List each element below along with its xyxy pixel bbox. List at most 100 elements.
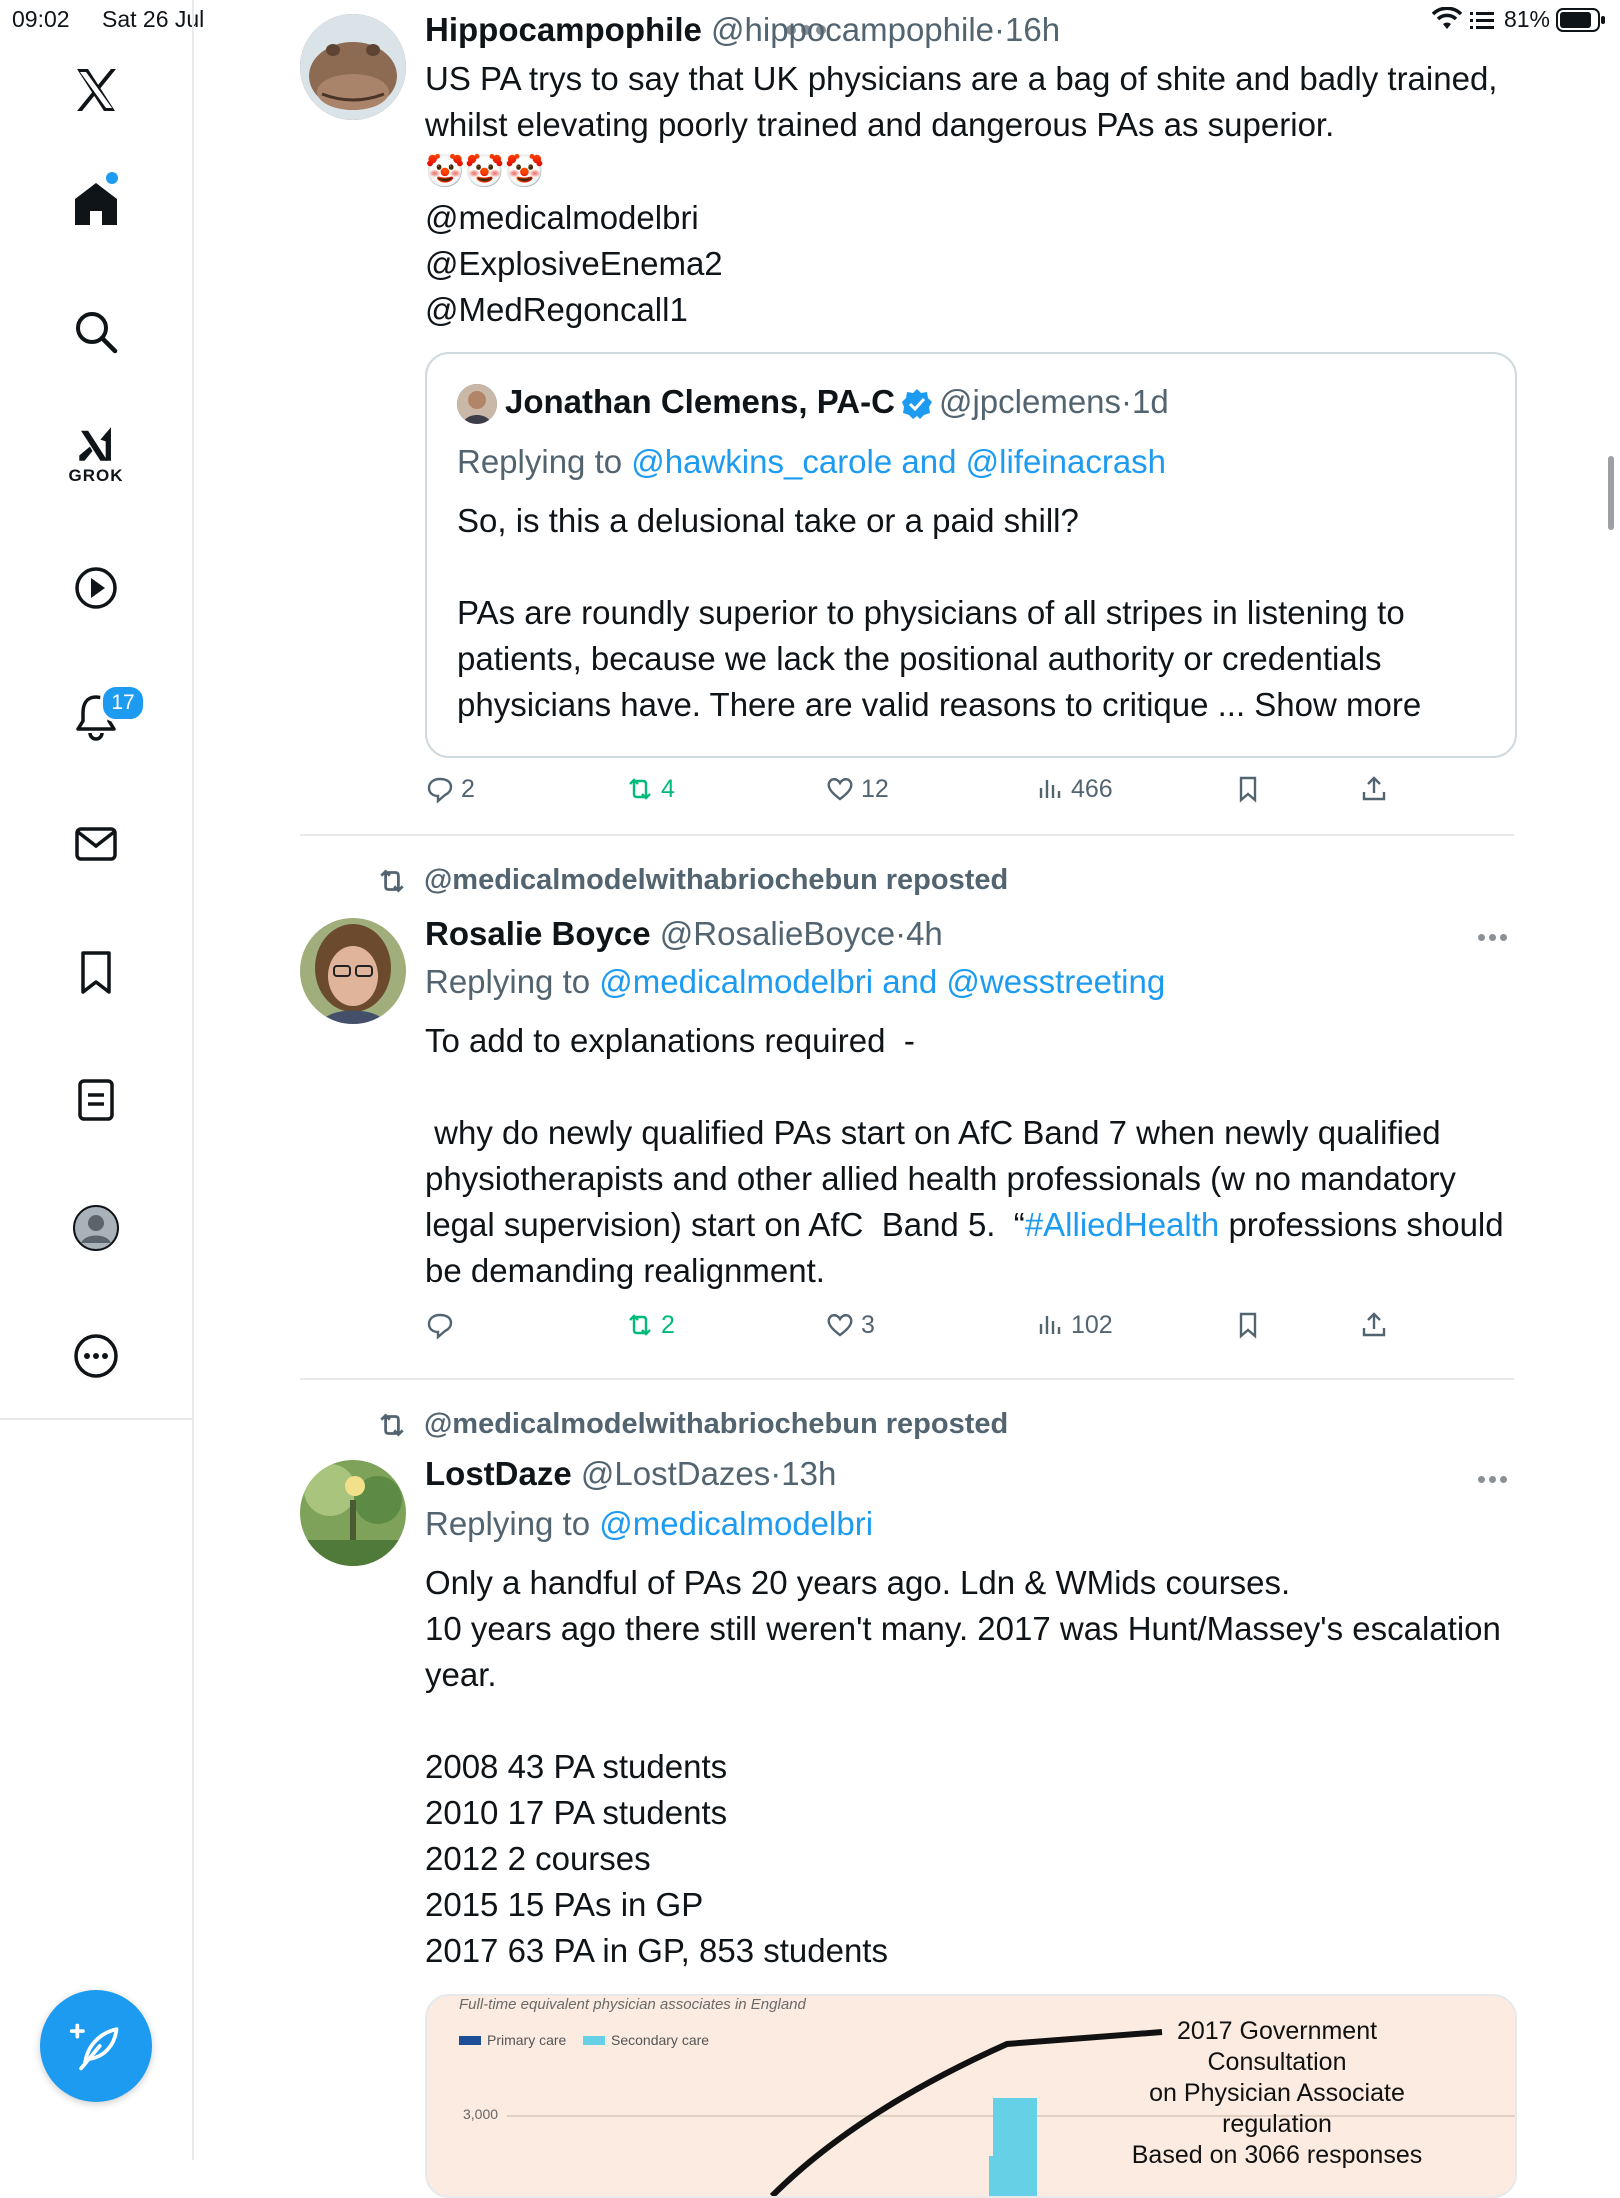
mention-link[interactable]: @MedRegoncall1: [425, 287, 688, 333]
post-list-item: 2010 17 PA students: [425, 1794, 728, 1831]
mention-link[interactable]: @medicalmodelbri: [425, 195, 699, 241]
sidebar-item-more[interactable]: [48, 1308, 144, 1404]
compose-post-button[interactable]: [40, 1990, 152, 2102]
post-list-item: 2017 63 PA in GP, 853 students: [425, 1932, 888, 1969]
sidebar-item-bookmarks[interactable]: [48, 924, 144, 1020]
views-count: 102: [1071, 1310, 1113, 1339]
views-count: 466: [1071, 774, 1113, 803]
battery-icon: [1556, 8, 1605, 32]
quoted-post[interactable]: Jonathan Clemens, PA-C @jpclemens·1d Repl…: [425, 352, 1517, 758]
views-chart-icon: [1039, 1316, 1061, 1334]
views-button[interactable]: 466: [1035, 774, 1113, 804]
like-button[interactable]: 12: [825, 774, 889, 804]
replying-label: Replying to: [425, 963, 600, 1000]
grok-label: GROK: [68, 466, 124, 485]
reply-button[interactable]: 2: [425, 774, 475, 804]
quote-avatar: [457, 384, 497, 424]
like-button[interactable]: 3: [825, 1310, 875, 1340]
mail-icon: [75, 827, 117, 861]
avatar[interactable]: [300, 14, 406, 120]
sidebar: GROK 17: [0, 0, 194, 2160]
share-icon: [1362, 1312, 1386, 1337]
avatar[interactable]: [300, 1460, 406, 1566]
reply-button[interactable]: [425, 1310, 461, 1340]
post-time[interactable]: 13h: [781, 1455, 836, 1492]
repost-context: @medicalmodelwithabriochebun reposted: [376, 864, 1008, 897]
bookmark-icon: [81, 951, 111, 994]
compose-feather-icon: [69, 2023, 119, 2071]
post-text-body: why do newly qualified PAs start on AfC …: [425, 1110, 1515, 1294]
author-name[interactable]: LostDaze: [425, 1455, 572, 1492]
avatar[interactable]: [300, 918, 406, 1024]
sidebar-item-video[interactable]: [48, 540, 144, 636]
chart-title: Full-time equivalent physician associate…: [459, 1996, 806, 2013]
chart-annotation: 2017 Government Consultation on Physicia…: [1067, 2016, 1487, 2171]
chart-annotation-line: on Physician Associate: [1149, 2079, 1405, 2107]
like-count: 12: [861, 774, 889, 803]
author-handle[interactable]: @hippocampophile: [711, 11, 994, 48]
post-emoji: 🤡🤡🤡: [425, 153, 545, 189]
post-time[interactable]: 16h: [1005, 11, 1060, 48]
sidebar-item-grok[interactable]: GROK: [48, 406, 144, 502]
hashtag-link[interactable]: #AlliedHealth: [1025, 1206, 1219, 1243]
home-icon: [75, 183, 117, 225]
repost-count: 2: [661, 1310, 675, 1339]
battery-percent: 81%: [1503, 6, 1550, 32]
focus-list-icon: [1470, 12, 1494, 29]
post-more-button[interactable]: [1478, 928, 1512, 941]
chart-y-tick: 3,000: [463, 2106, 499, 2122]
repost-context-label[interactable]: @medicalmodelwithabriochebun reposted: [424, 1408, 1008, 1441]
x-logo[interactable]: [48, 42, 144, 138]
repost-button[interactable]: 2: [625, 1310, 675, 1340]
home-unread-dot: [106, 172, 118, 184]
author-name[interactable]: Rosalie Boyce: [425, 915, 651, 952]
sidebar-item-profile[interactable]: [48, 1180, 144, 1276]
post-list-item: 2012 2 courses: [425, 1840, 651, 1877]
repost-context-label[interactable]: @medicalmodelwithabriochebun reposted: [424, 864, 1008, 897]
sidebar-item-home[interactable]: [48, 156, 144, 252]
profile-avatar-icon: [73, 1205, 119, 1251]
rosalie-avatar-image: [300, 918, 406, 1024]
mention-link[interactable]: @ExplosiveEnema2: [425, 241, 723, 287]
quote-text-body: PAs are roundly superior to physicians o…: [457, 594, 1422, 723]
reply-icon: [427, 777, 453, 804]
repost-icon: [629, 1314, 651, 1336]
grok-icon: [79, 427, 111, 461]
views-button[interactable]: 102: [1035, 1310, 1113, 1340]
share-button[interactable]: [1359, 774, 1395, 804]
quote-avatar-image: [457, 384, 497, 424]
legend-swatch-secondary: [583, 2036, 605, 2045]
replying-to-link[interactable]: @medicalmodelbri: [599, 1505, 873, 1542]
feed-scrollbar[interactable]: [1608, 456, 1614, 530]
replying-to-link[interactable]: @hawkins_carole and @lifeinacrash: [631, 443, 1166, 480]
post-text-para1: Only a handful of PAs 20 years ago. Ldn …: [425, 1564, 1501, 1693]
author-name[interactable]: Hippocampophile: [425, 11, 702, 48]
author-handle[interactable]: @RosalieBoyce: [660, 915, 895, 952]
post-image-chart[interactable]: Full-time equivalent physician associate…: [425, 1994, 1517, 2198]
verified-badge-icon: [901, 389, 932, 420]
sidebar-item-search[interactable]: [48, 284, 144, 380]
share-button[interactable]: [1359, 1310, 1395, 1340]
post-list-item: 2015 15 PAs in GP: [425, 1886, 704, 1923]
chart-annotation-line: 2017 Government: [1176, 2017, 1378, 2045]
author-handle[interactable]: @LostDazes: [581, 1455, 770, 1492]
post-text: US PA trys to say that UK physicians are…: [425, 60, 1507, 143]
bookmark-button[interactable]: [1233, 774, 1269, 804]
sidebar-item-messages[interactable]: [48, 796, 144, 892]
bookmark-button[interactable]: [1233, 1310, 1269, 1340]
list-icon: [78, 1079, 114, 1121]
chart-bar: [993, 2098, 1037, 2196]
post-divider: [300, 834, 1514, 836]
post-more-button[interactable]: [1478, 1470, 1512, 1483]
post-time[interactable]: 4h: [906, 915, 943, 952]
hippo-avatar-image: [300, 14, 406, 120]
replying-to-link[interactable]: @medicalmodelbri and @wesstreeting: [599, 963, 1165, 1000]
heart-icon: [827, 1314, 853, 1337]
reply-count: 2: [461, 774, 475, 803]
reply-icon: [427, 1313, 453, 1340]
share-icon: [1362, 776, 1386, 801]
lostdaze-avatar-image: [300, 1460, 406, 1566]
sidebar-item-lists[interactable]: [48, 1052, 144, 1148]
repost-button[interactable]: 4: [625, 774, 675, 804]
repost-icon: [629, 778, 651, 800]
